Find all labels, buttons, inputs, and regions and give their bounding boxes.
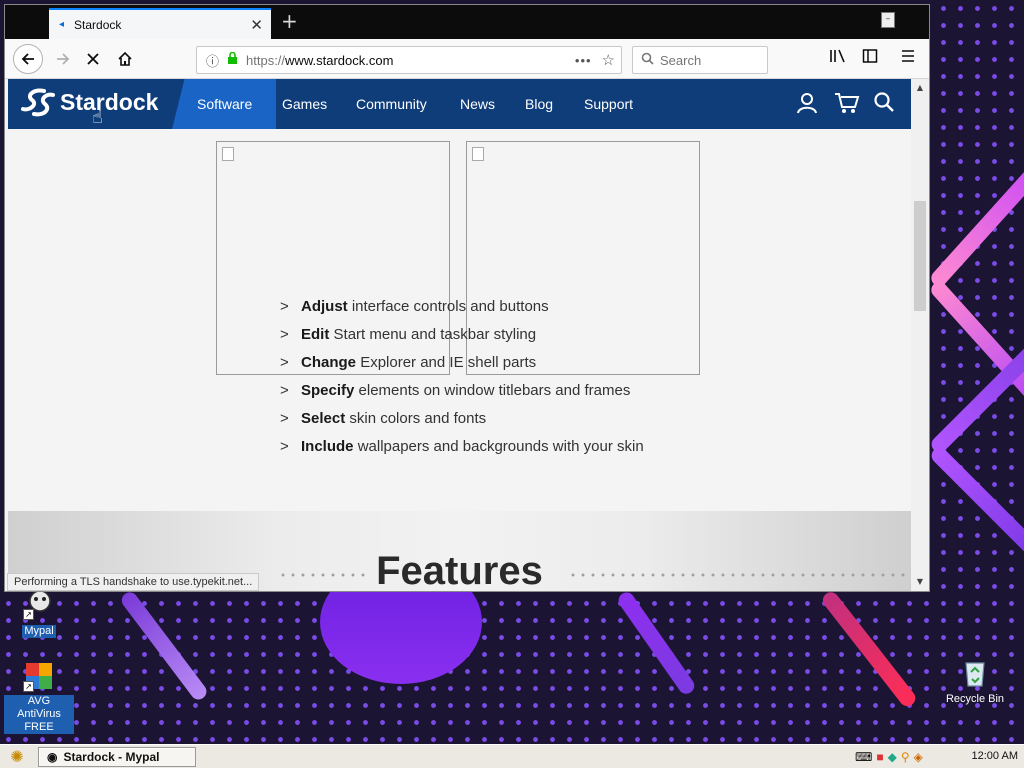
nav-games[interactable]: Games [282, 96, 327, 112]
network-icon[interactable]: ◆ [888, 750, 897, 764]
wallpaper-stroke [819, 589, 919, 710]
avg-tray-icon[interactable]: ■ [876, 750, 883, 764]
features-list: > Adjust interface controls and buttons >… [280, 293, 644, 461]
search-input[interactable] [660, 52, 760, 68]
mypal-icon: ◉ [47, 750, 58, 764]
nav-support[interactable]: Support [584, 96, 633, 112]
desktop-icon-avg[interactable]: ↗ AVG AntiVirus FREE [4, 660, 74, 734]
recycle-bin-icon [959, 656, 991, 688]
library-button[interactable] [826, 48, 850, 72]
new-tab-icon[interactable]: + [281, 9, 298, 33]
arrow-right-icon [57, 53, 70, 65]
broken-image-icon [222, 147, 234, 161]
site-search-icon[interactable] [873, 91, 897, 115]
close-icon [87, 53, 99, 65]
account-icon[interactable] [795, 91, 819, 115]
hand-cursor-icon: ☝ [92, 107, 103, 128]
home-button[interactable] [111, 45, 139, 73]
list-item: > Edit Start menu and taskbar styling [280, 326, 537, 343]
desktop-icon-label: AVG AntiVirus FREE [4, 695, 74, 734]
tab-title: Stardock [74, 17, 122, 32]
loading-favicon-icon: ◂ [59, 19, 65, 30]
stop-button[interactable] [79, 45, 107, 73]
home-icon [118, 51, 132, 66]
list-item: > Select skin colors and fonts [280, 410, 487, 427]
lock-icon[interactable] [227, 51, 238, 68]
info-icon[interactable]: ⓘ [206, 51, 219, 70]
wallpaper-stroke [615, 589, 698, 697]
stardock-logo[interactable]: Stardock [20, 87, 158, 117]
page-viewport: Stardock Software Games Community News B… [5, 79, 911, 591]
wallpaper-chevron [928, 444, 1024, 591]
cart-icon[interactable] [834, 91, 860, 115]
sidebar-icon [862, 49, 878, 63]
sidebar-button[interactable] [858, 48, 882, 72]
nav-community[interactable]: Community [356, 96, 427, 112]
nav-news[interactable]: News [460, 96, 495, 112]
page-actions-icon[interactable]: ••• [575, 53, 592, 68]
volume-icon[interactable]: ◈ [914, 750, 923, 764]
desktop-icon-recycle-bin[interactable]: Recycle Bin [940, 656, 1010, 706]
taskbar-button-label: Stardock - Mypal [63, 750, 160, 764]
library-icon [830, 49, 845, 63]
wallpaper-chevron [928, 137, 1024, 290]
wallpaper-stroke [118, 589, 210, 703]
hamburger-menu-icon [902, 50, 914, 62]
clock: 12:00 AM [971, 750, 1018, 762]
logo-text: Stardock [60, 88, 159, 115]
stardock-logo-icon [20, 87, 55, 117]
list-item: > Change Explorer and IE shell parts [280, 354, 537, 371]
scroll-up-icon[interactable]: ▲ [911, 81, 929, 95]
search-bar[interactable] [632, 46, 768, 74]
site-navigation: Stardock Software Games Community News B… [8, 79, 911, 129]
broken-image-icon [472, 147, 484, 161]
forward-button[interactable] [49, 45, 77, 73]
vertical-scrollbar[interactable]: ▲ ▼ [911, 79, 929, 591]
back-button[interactable] [13, 44, 43, 74]
browser-window: ◂ Stardock ✕ + – ⓘ https://www.stardock.… [4, 4, 930, 592]
tab-strip: ◂ Stardock ✕ + – [5, 5, 929, 39]
url-text: https://www.stardock.com [246, 52, 394, 68]
status-bar: Performing a TLS handshake to use.typeki… [7, 573, 260, 591]
navigation-toolbar: ⓘ https://www.stardock.com ••• ☆ [5, 39, 929, 79]
taskbar: ✺ ◉ Stardock - Mypal ⌨ ■ ◆ ⚲ ◈ 12:00 AM [0, 744, 1024, 768]
bookmark-star-icon[interactable]: ☆ [602, 51, 615, 69]
menu-button[interactable] [896, 48, 920, 72]
desktop-icon-mypal[interactable]: ↗ Mypal [4, 588, 74, 638]
list-item: > Adjust interface controls and buttons [280, 298, 549, 315]
system-tray: ⌨ ■ ◆ ⚲ ◈ [855, 748, 927, 766]
search-tray-icon[interactable]: ⚲ [901, 750, 910, 764]
close-tab-icon[interactable]: ✕ [250, 16, 263, 34]
avg-antivirus-icon: ↗ [23, 660, 55, 692]
desktop-icon-label: Recycle Bin [945, 693, 1005, 705]
arrow-left-icon [21, 53, 34, 65]
mypal-icon: ↗ [23, 588, 55, 620]
minimize-button[interactable]: – [881, 12, 895, 28]
nav-software[interactable]: Software [197, 96, 252, 112]
taskbar-button-mypal[interactable]: ◉ Stardock - Mypal [38, 747, 196, 767]
start-button[interactable]: ✺ [4, 747, 30, 767]
desktop-icon-label: Mypal [22, 625, 56, 638]
nav-blog[interactable]: Blog [525, 96, 553, 112]
scroll-down-icon[interactable]: ▼ [911, 575, 929, 589]
address-bar[interactable]: ⓘ https://www.stardock.com ••• ☆ [196, 46, 622, 74]
list-item: > Include wallpapers and backgrounds with… [280, 438, 644, 455]
search-icon [641, 52, 654, 68]
list-item: > Specify elements on window titlebars an… [280, 382, 631, 399]
tab-stardock[interactable]: ◂ Stardock ✕ [49, 8, 271, 39]
keyboard-icon[interactable]: ⌨ [855, 750, 872, 764]
scrollbar-thumb[interactable] [914, 201, 926, 311]
